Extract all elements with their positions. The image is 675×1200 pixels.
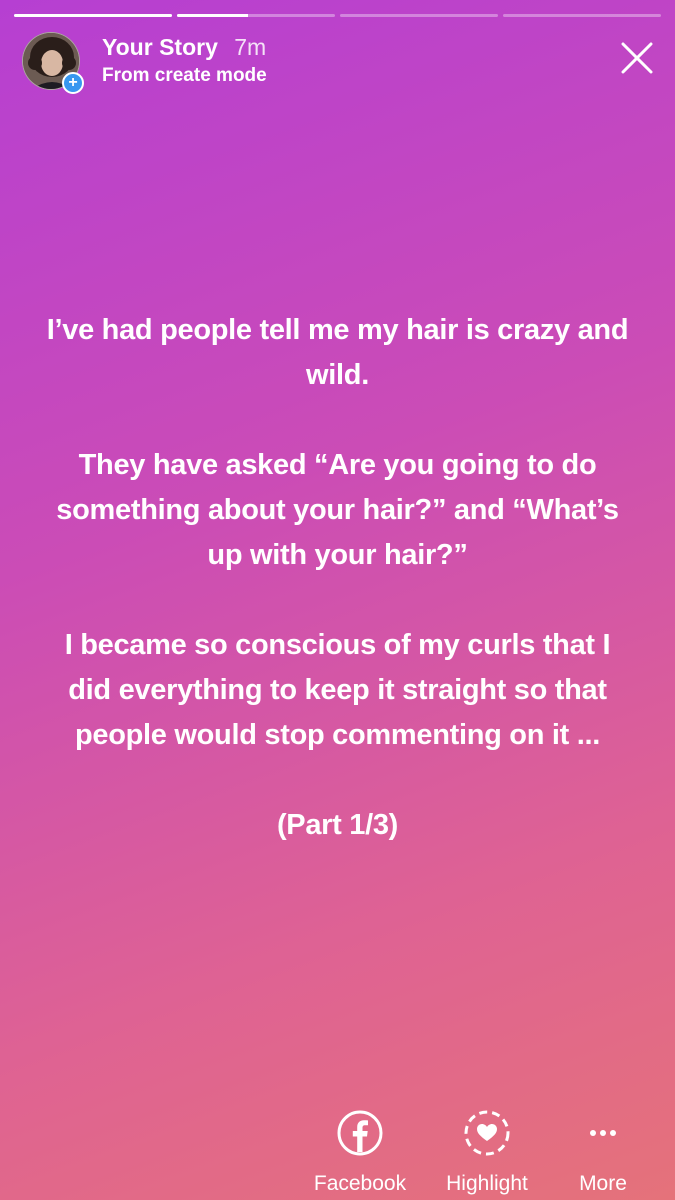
progress-segment-4: [503, 14, 661, 17]
story-timestamp: 7m: [234, 34, 267, 60]
progress-segment-3: [340, 14, 498, 17]
facebook-label: Facebook: [313, 1172, 407, 1195]
story-paragraph-4: (Part 1/3): [276, 809, 399, 841]
facebook-share-button[interactable]: Facebook: [295, 1108, 425, 1196]
avatar-wrapper[interactable]: +: [22, 32, 84, 94]
progress-segment-2: [177, 14, 335, 17]
more-dots-icon: [590, 1130, 616, 1136]
add-story-badge[interactable]: +: [62, 72, 84, 94]
highlight-heart-icon: [464, 1110, 510, 1156]
story-source-label: From create mode: [102, 65, 267, 86]
progress-fill-1: [14, 14, 172, 17]
close-button[interactable]: [617, 38, 657, 78]
highlight-label: Highlight: [446, 1172, 528, 1195]
story-action-bar: Facebook Highlight More: [0, 1100, 675, 1200]
story-viewer: { "progress": { "segments": [ {"fill": 1…: [0, 0, 675, 1200]
progress-segment-1: [14, 14, 172, 17]
highlight-button[interactable]: Highlight: [422, 1108, 552, 1196]
progress-fill-2: [177, 14, 249, 17]
close-icon: [621, 42, 653, 74]
story-progress-bar: [14, 14, 661, 18]
story-owner-name[interactable]: Your Story: [102, 34, 218, 60]
story-text-block: I’ve had people tell me my hair is crazy…: [40, 308, 635, 893]
facebook-icon: [337, 1110, 383, 1156]
more-label: More: [579, 1172, 627, 1195]
story-title-line: Your Story 7m: [102, 34, 266, 61]
story-header: + Your Story 7m From create mode: [22, 32, 657, 96]
more-button[interactable]: More: [538, 1108, 668, 1196]
story-paragraph-3: I became so conscious of my curls that I…: [64, 629, 611, 751]
story-paragraph-1: I’ve had people tell me my hair is crazy…: [46, 314, 629, 391]
story-paragraph-2: They have asked “Are you going to do som…: [56, 449, 619, 571]
